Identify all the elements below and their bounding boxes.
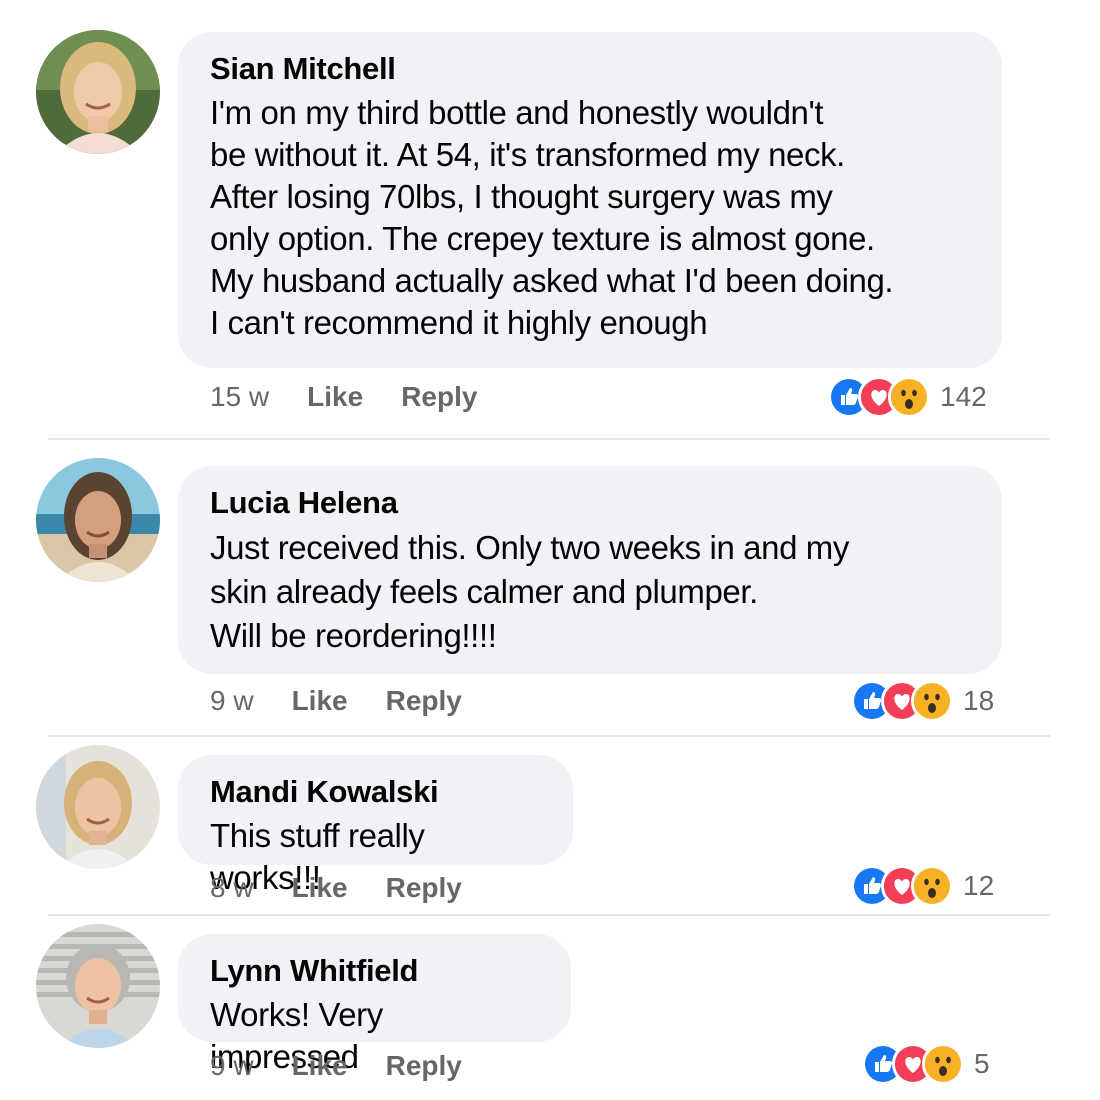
- avatar[interactable]: [36, 30, 160, 154]
- comment-timestamp[interactable]: 15 w: [210, 381, 269, 413]
- like-button[interactable]: Like: [292, 872, 348, 904]
- reaction-summary[interactable]: 142: [828, 376, 987, 418]
- comment-actions: 9 w Like Reply: [210, 683, 462, 719]
- reaction-count[interactable]: 142: [940, 381, 987, 413]
- comment-bubble: Lynn Whitfield Works! Very impressed: [178, 934, 571, 1075]
- avatar[interactable]: [36, 924, 160, 1048]
- reaction-count[interactable]: 5: [974, 1048, 990, 1080]
- reaction-summary[interactable]: 5: [862, 1043, 990, 1085]
- reaction-count[interactable]: 12: [963, 870, 994, 902]
- comment-author[interactable]: Lynn Whitfield: [210, 954, 539, 988]
- like-button[interactable]: Like: [307, 381, 363, 413]
- wow-icon: [888, 376, 930, 418]
- comment-actions: 15 w Like Reply: [210, 379, 477, 415]
- comment-timestamp[interactable]: 9 w: [210, 1050, 254, 1082]
- comment-author[interactable]: Sian Mitchell: [210, 52, 970, 86]
- comment-text: Just received this. Only two weeks in an…: [210, 529, 850, 654]
- reply-button[interactable]: Reply: [386, 1050, 462, 1082]
- wow-icon: [911, 865, 953, 907]
- reaction-summary[interactable]: 18: [851, 680, 994, 722]
- reaction-count[interactable]: 18: [963, 685, 994, 717]
- comment-bubble: Mandi Kowalski This stuff really works!!…: [178, 755, 573, 896]
- avatar[interactable]: [36, 745, 160, 869]
- like-button[interactable]: Like: [292, 1050, 348, 1082]
- comment-actions: 9 w Like Reply: [210, 1048, 462, 1084]
- wow-icon: [922, 1043, 964, 1085]
- comment-author[interactable]: Mandi Kowalski: [210, 775, 541, 809]
- comment-text: I'm on my third bottle and honestly woul…: [210, 94, 894, 341]
- divider: [48, 914, 1050, 916]
- reply-button[interactable]: Reply: [386, 872, 462, 904]
- comment-actions: 8 w Like Reply: [210, 870, 462, 906]
- reaction-summary[interactable]: 12: [851, 865, 994, 907]
- comment-timestamp[interactable]: 9 w: [210, 685, 254, 717]
- reply-button[interactable]: Reply: [401, 381, 477, 413]
- comment-bubble: Lucia Helena Just received this. Only tw…: [178, 466, 1002, 674]
- avatar[interactable]: [36, 458, 160, 582]
- comment-author[interactable]: Lucia Helena: [210, 486, 970, 520]
- like-button[interactable]: Like: [292, 685, 348, 717]
- comment-timestamp[interactable]: 8 w: [210, 872, 254, 904]
- reply-button[interactable]: Reply: [386, 685, 462, 717]
- divider: [48, 438, 1050, 440]
- comments-panel: Sian Mitchell I'm on my third bottle and…: [0, 0, 1100, 1100]
- wow-icon: [911, 680, 953, 722]
- divider: [48, 735, 1050, 737]
- comment-bubble: Sian Mitchell I'm on my third bottle and…: [178, 32, 1002, 368]
